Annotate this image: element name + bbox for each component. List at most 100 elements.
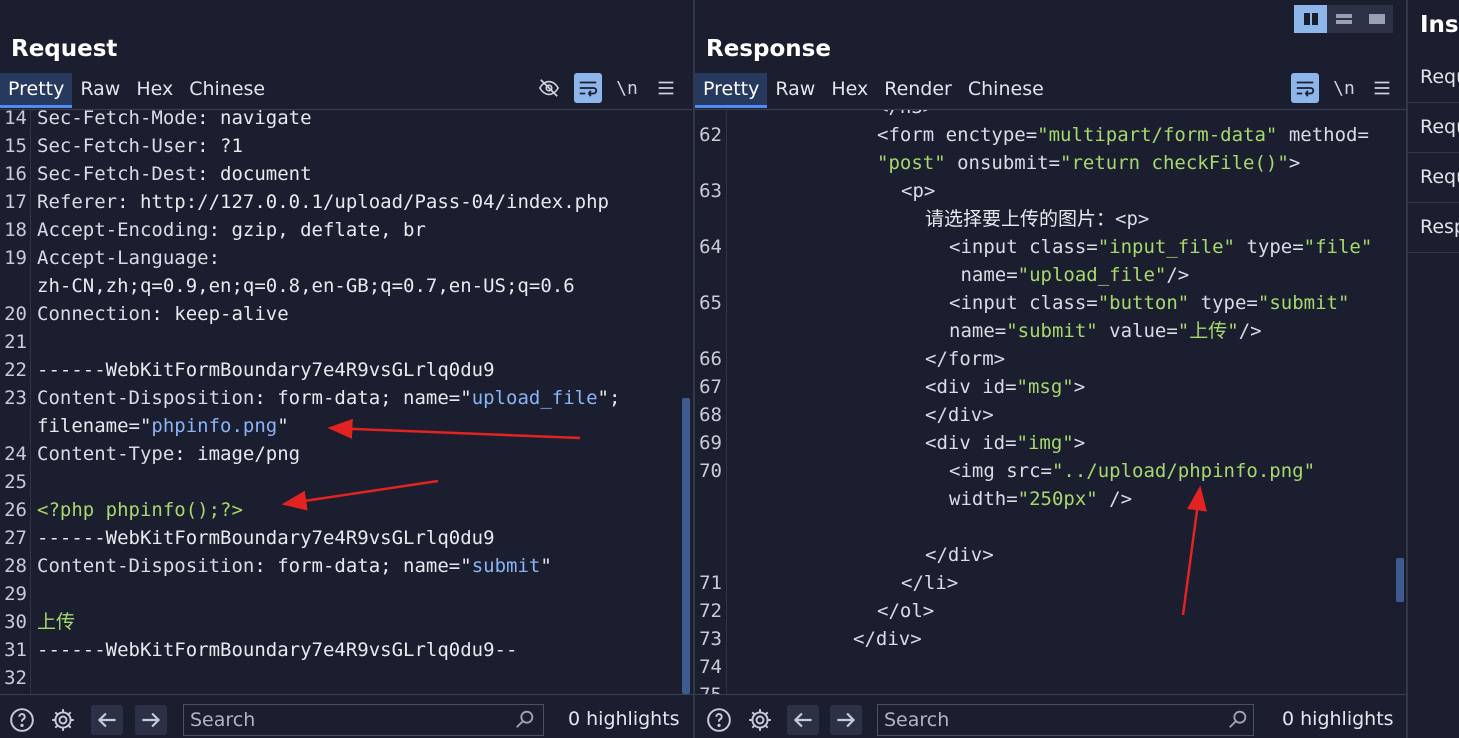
code-line: 28 Content-Disposition: form-data; name="… [0, 552, 693, 580]
code-line: name="submit" value="上传"/> [695, 317, 1406, 345]
response-highlights-count: 0 highlights [1282, 708, 1394, 730]
code-line: zh-CN,zh;q=0.9,en;q=0.8,en-GB;q=0.7,en-U… [0, 272, 693, 300]
layout-toggle-group [1294, 5, 1394, 33]
code-text: zh-CN,zh;q=0.9,en;q=0.8,en-GB;q=0.7,en-U… [37, 275, 575, 297]
request-tab-raw[interactable]: Raw [72, 73, 128, 105]
hide-nonprintable-eye-icon[interactable] [535, 73, 563, 103]
line-number: 17 [4, 191, 27, 213]
forward-arrow-icon[interactable] [135, 705, 167, 735]
request-search-input[interactable]: Search [183, 704, 544, 736]
show-newlines-toggle[interactable]: \n [613, 73, 641, 103]
code-line: 22 ------WebKitFormBoundary7e4R9vsGLrlq0d… [0, 356, 693, 384]
inspector-item-request-query[interactable]: Requ [1420, 116, 1459, 138]
menu-icon[interactable] [1368, 73, 1396, 103]
stacked-layout-icon[interactable] [1327, 5, 1360, 33]
code-text: 上传 [37, 611, 76, 633]
code-line: </div> [695, 541, 1406, 569]
response-tab-render[interactable]: Render [876, 73, 960, 105]
code-line: 17 Referer: http://127.0.0.1/upload/Pass-… [0, 188, 693, 216]
line-number: 29 [4, 583, 27, 605]
code-line: </h3> [695, 110, 1406, 121]
response-scroll-thumb[interactable] [1396, 558, 1404, 602]
code-line: 26 <?php phpinfo();?> [0, 496, 693, 524]
request-tabs: Pretty Raw Hex Chinese [0, 73, 273, 109]
tabbed-layout-icon[interactable] [1360, 5, 1393, 33]
code-line: name="upload_file"/> [695, 261, 1406, 289]
code-line: 69 <div id="img"> [695, 429, 1406, 457]
line-number: 31 [4, 639, 27, 661]
code-line: 请选择要上传的图片：<p> [695, 205, 1406, 233]
request-tab-pretty[interactable]: Pretty [0, 73, 73, 108]
response-tab-hex[interactable]: Hex [823, 73, 876, 105]
inspector-item-request-attributes[interactable]: Requ [1420, 66, 1459, 88]
code-line: 16 Sec-Fetch-Dest: document [0, 160, 693, 188]
back-arrow-icon[interactable] [787, 705, 819, 735]
response-search-input[interactable]: Search [877, 704, 1254, 736]
search-icon [1227, 708, 1249, 730]
request-scrollbar[interactable] [682, 110, 690, 694]
word-wrap-icon[interactable] [1291, 73, 1319, 103]
code-text: </div> [853, 628, 922, 650]
settings-gear-icon[interactable] [744, 705, 776, 735]
request-editor[interactable]: 14 Sec-Fetch-Mode: navigate 15 Sec-Fetch-Us… [0, 110, 693, 694]
response-scrollbar[interactable] [1396, 110, 1404, 694]
inspector-divider [1408, 102, 1459, 103]
search-icon [514, 708, 536, 730]
request-tab-chinese[interactable]: Chinese [181, 73, 273, 105]
help-icon[interactable] [6, 705, 38, 735]
inspector-divider [1408, 252, 1459, 253]
line-number: 62 [699, 124, 722, 146]
code-text: <form enctype="multipart/form-data" meth… [877, 124, 1369, 146]
side-by-side-layout-icon[interactable] [1294, 5, 1327, 33]
response-tab-raw[interactable]: Raw [767, 73, 823, 105]
menu-icon[interactable] [652, 73, 680, 103]
line-number: 75 [695, 681, 722, 694]
code-text: Connection: keep-alive [37, 303, 289, 325]
request-tab-hex[interactable]: Hex [128, 73, 181, 105]
code-line: 71 </li> [695, 569, 1406, 597]
line-number: 72 [699, 600, 722, 622]
code-line: 14 Sec-Fetch-Mode: navigate [0, 110, 693, 132]
response-tab-chinese[interactable]: Chinese [960, 73, 1052, 105]
code-line: 19 Accept-Language: [0, 244, 693, 272]
code-line: 30 上传 [0, 608, 693, 636]
request-title: Request [11, 36, 118, 62]
help-icon[interactable] [703, 705, 735, 735]
request-scroll-thumb[interactable] [682, 398, 690, 694]
inspector-panel: Insp Requ Requ Requ Resp [1408, 0, 1459, 738]
inspector-title: Insp [1420, 12, 1459, 38]
show-newlines-toggle[interactable]: \n [1330, 73, 1358, 103]
code-line: 68 </div> [695, 401, 1406, 429]
inspector-item-request-headers[interactable]: Requ [1420, 166, 1459, 188]
request-panel: Request Pretty Raw Hex Chinese \n 14 Sec-… [0, 0, 693, 738]
code-text: ------WebKitFormBoundary7e4R9vsGLrlq0du9… [37, 639, 518, 661]
code-text: Content-Disposition: form-data; name="su… [37, 555, 552, 577]
back-arrow-icon[interactable] [91, 705, 123, 735]
code-text: <?php phpinfo();?> [37, 499, 243, 521]
line-number: 20 [4, 303, 27, 325]
inspector-item-response-headers[interactable]: Resp [1420, 216, 1459, 238]
line-number: 21 [4, 331, 27, 353]
code-text: </ol> [877, 600, 935, 622]
line-number: 24 [4, 443, 27, 465]
code-line: 25 [0, 468, 693, 496]
forward-arrow-icon[interactable] [830, 705, 862, 735]
line-number: 68 [699, 404, 722, 426]
request-bottom-bar: Search 0 highlights [0, 694, 693, 738]
code-line: 20 Connection: keep-alive [0, 300, 693, 328]
settings-gear-icon[interactable] [47, 705, 79, 735]
code-text: </div> [925, 404, 994, 426]
code-text: width="250px" /> [949, 488, 1133, 510]
code-text: </form> [925, 348, 1006, 370]
line-number: 27 [4, 527, 27, 549]
code-line: 75 [695, 681, 1406, 694]
inspector-divider [1408, 202, 1459, 203]
response-editor[interactable]: </h3> 62 <form enctype="multipart/form-dat… [695, 110, 1406, 694]
line-number: 74 [699, 656, 722, 678]
line-number: 65 [699, 292, 722, 314]
response-tabs: Pretty Raw Hex Render Chinese [695, 73, 1052, 109]
response-tab-pretty[interactable]: Pretty [695, 73, 768, 108]
code-line: width="250px" /> [695, 485, 1406, 513]
word-wrap-icon[interactable] [574, 73, 602, 103]
